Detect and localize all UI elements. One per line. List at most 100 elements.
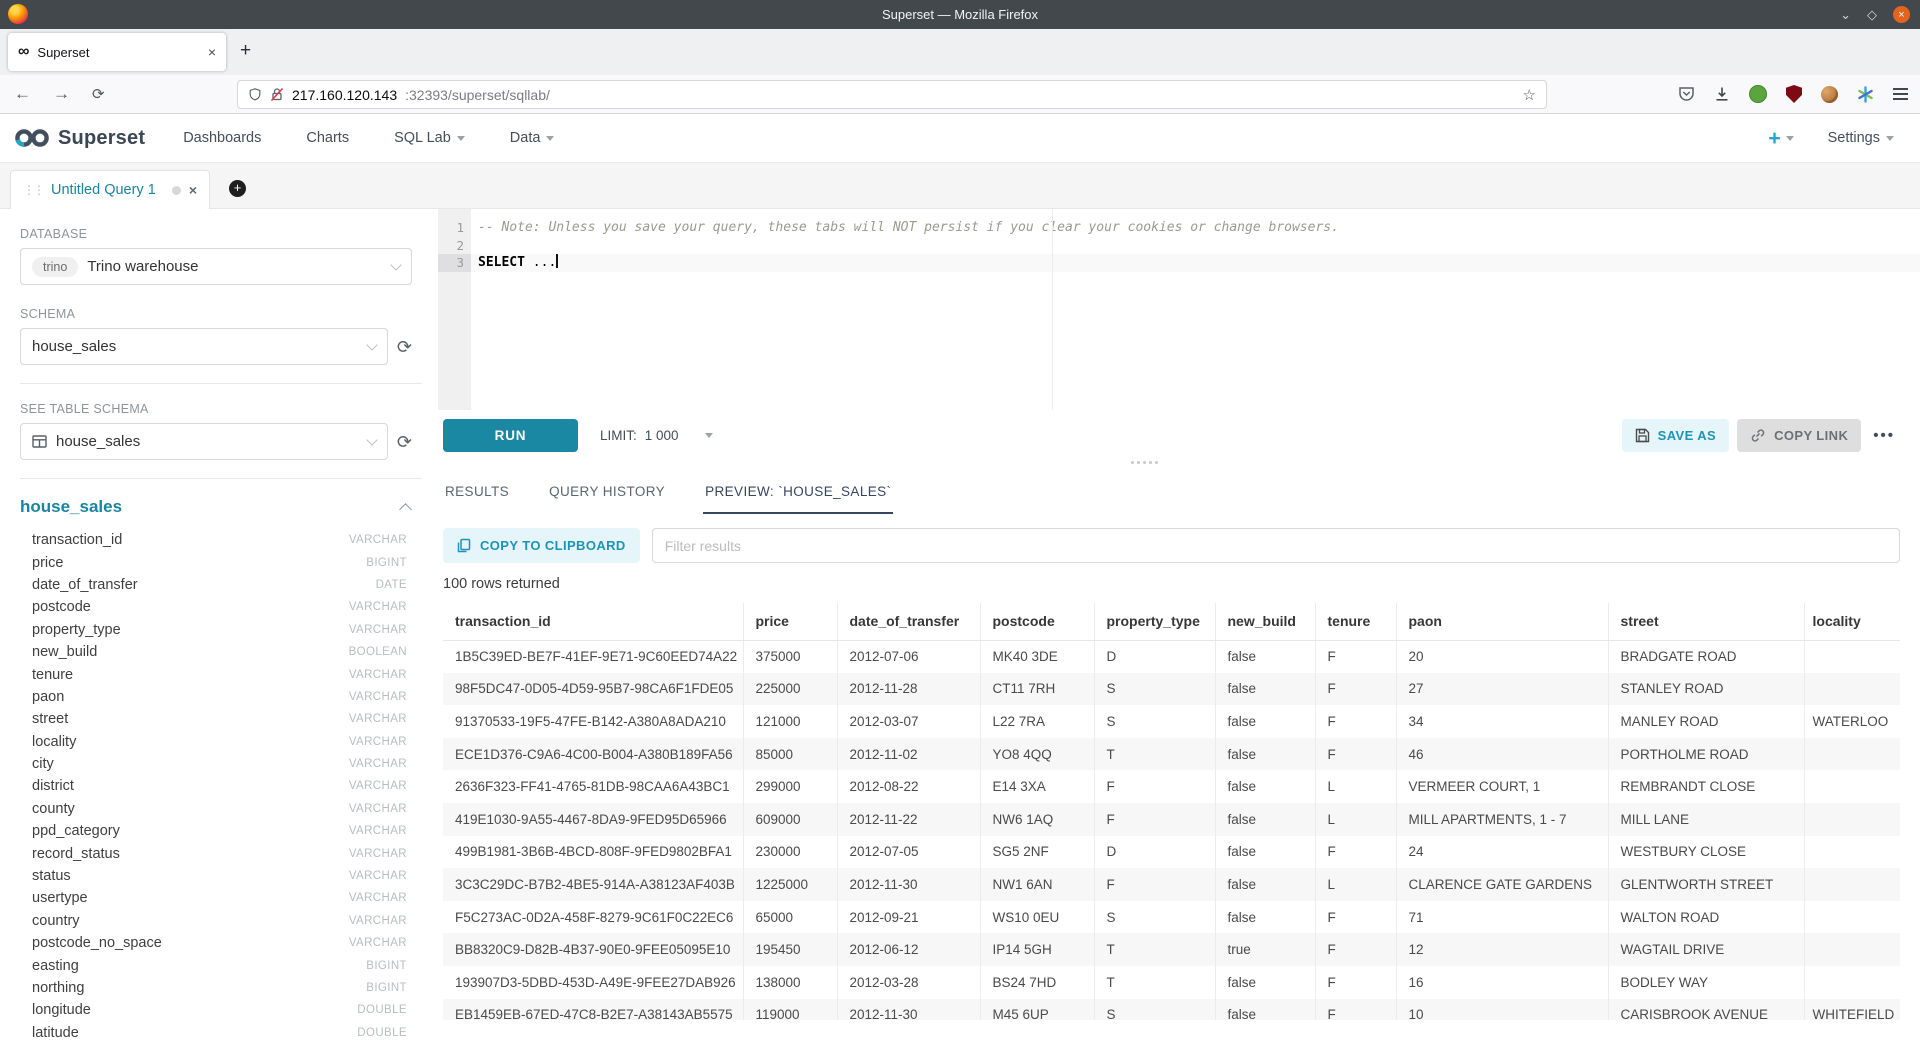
more-options-icon[interactable]: ••• (1873, 427, 1895, 444)
grid-header-cell[interactable]: postcode (980, 603, 1094, 640)
query-tab[interactable]: ⋮⋮ Untitled Query 1 × (10, 170, 210, 209)
download-icon[interactable] (1714, 86, 1730, 102)
grid-header-cell[interactable]: price (743, 603, 837, 640)
cell-tenure: F (1315, 999, 1396, 1020)
cell-date-of-transfer: 2012-09-21 (837, 901, 980, 934)
database-engine-pill: trino (32, 257, 78, 277)
table-row: 419E1030-9A55-4467-8DA9-9FED95D65966 609… (443, 803, 1900, 836)
nav-item[interactable]: SQL Lab (394, 130, 465, 146)
line-number: 2 (438, 237, 471, 255)
sql-editor[interactable]: 1 2 3 -- Note: Unless you save your quer… (438, 209, 1920, 410)
window-minimize-icon[interactable]: ⌄ (1840, 7, 1851, 23)
database-value: Trino warehouse (87, 258, 198, 275)
database-select[interactable]: trino Trino warehouse (20, 248, 412, 285)
results-tab[interactable]: PREVIEW: `HOUSE_SALES` (703, 478, 893, 514)
column-row: county VARCHAR (32, 798, 407, 820)
cell-transaction-id: 3C3C29DC-B7B2-4BE5-914A-A38123AF403B (443, 868, 743, 901)
close-query-tab-icon[interactable]: × (189, 182, 197, 198)
table-row: 2636F323-FF41-4765-81DB-98CAA6A43BC1 299… (443, 770, 1900, 803)
column-type: VARCHAR (349, 780, 407, 792)
grid-header-cell[interactable]: locality (1804, 603, 1900, 640)
results-tab[interactable]: RESULTS (443, 478, 511, 514)
column-row: tenure VARCHAR (32, 663, 407, 685)
url-bar[interactable]: 217.160.120.143:32393/superset/sqllab/ ☆ (237, 80, 1547, 109)
copy-to-clipboard-button[interactable]: COPY TO CLIPBOARD (443, 528, 640, 563)
table-schema-heading[interactable]: house_sales (20, 497, 122, 517)
grid-header-cell[interactable]: property_type (1094, 603, 1215, 640)
bookmark-star-icon[interactable]: ☆ (1523, 86, 1536, 104)
ublock-icon[interactable] (1786, 85, 1802, 103)
cell-property-type: T (1094, 966, 1215, 999)
pane-resize-handle[interactable] (1131, 461, 1158, 464)
table-schema-label: SEE TABLE SCHEMA (20, 402, 431, 416)
grid-header-cell[interactable]: transaction_id (443, 603, 743, 640)
cell-price: 85000 (743, 738, 837, 771)
window-maximize-icon[interactable]: ◇ (1867, 7, 1877, 23)
cookie-extension-icon[interactable] (1821, 86, 1838, 103)
collapse-icon[interactable] (399, 503, 412, 516)
add-new-button[interactable]: + (1768, 128, 1793, 149)
cell-paon: 24 (1396, 836, 1608, 869)
caret-down-icon (546, 136, 554, 141)
menu-icon[interactable] (1893, 88, 1908, 100)
browser-toolbar: ← → ⟳ 217.160.120.143:32393/superset/sql… (0, 75, 1920, 114)
column-row: ppd_category VARCHAR (32, 820, 407, 842)
copy-link-button[interactable]: COPY LINK (1737, 419, 1861, 452)
new-tab-icon[interactable]: + (240, 41, 251, 61)
settings-menu[interactable]: Settings (1828, 130, 1894, 146)
schema-select[interactable]: house_sales (20, 328, 388, 365)
save-as-button[interactable]: SAVE AS (1622, 419, 1729, 452)
tab-close-icon[interactable]: × (208, 44, 216, 60)
back-icon[interactable]: ← (14, 84, 31, 104)
column-row: district VARCHAR (32, 775, 407, 797)
cell-street: BRADGATE ROAD (1608, 640, 1804, 673)
results-tab[interactable]: QUERY HISTORY (547, 478, 667, 514)
table-select[interactable]: house_sales (20, 423, 388, 460)
column-row: street VARCHAR (32, 708, 407, 730)
filter-results-input[interactable] (652, 528, 1900, 563)
shield-icon[interactable] (248, 87, 262, 102)
browser-tab[interactable]: ∞ Superset × (8, 33, 226, 71)
refresh-table-icon[interactable]: ⟳ (397, 433, 412, 451)
forward-icon[interactable]: → (53, 84, 70, 104)
copy-icon (457, 538, 471, 553)
window-close-icon[interactable]: × (1893, 6, 1910, 23)
cell-transaction-id: 419E1030-9A55-4467-8DA9-9FED95D65966 (443, 803, 743, 836)
superset-brand[interactable]: Superset (14, 127, 145, 150)
main-nav: Dashboards Charts SQL Lab Data (183, 130, 554, 146)
editor-code[interactable]: -- Note: Unless you save your query, the… (478, 219, 1920, 272)
cell-new-build: false (1215, 901, 1315, 934)
grid-header-cell[interactable]: paon (1396, 603, 1608, 640)
drag-handle-icon[interactable]: ⋮⋮ (23, 183, 43, 197)
cell-paon: 12 (1396, 933, 1608, 966)
column-name: latitude (32, 1025, 79, 1041)
pocket-icon[interactable] (1678, 86, 1695, 102)
extension-asterisk-icon[interactable] (1857, 86, 1874, 103)
column-type: VARCHAR (349, 758, 407, 770)
reload-icon[interactable]: ⟳ (92, 85, 105, 103)
cell-transaction-id: 193907D3-5DBD-453D-A49E-9FEE27DAB926 (443, 966, 743, 999)
privacy-badger-icon[interactable] (1749, 85, 1767, 103)
table-icon (32, 435, 47, 448)
refresh-schema-icon[interactable]: ⟳ (397, 338, 412, 356)
column-type: BIGINT (366, 557, 407, 569)
nav-item[interactable]: Charts (306, 130, 349, 146)
cell-new-build: false (1215, 705, 1315, 738)
nav-item-label: Dashboards (183, 130, 261, 146)
run-button[interactable]: RUN (443, 419, 578, 452)
grid-header-cell[interactable]: date_of_transfer (837, 603, 980, 640)
limit-dropdown[interactable]: LIMIT: 1 000 (600, 428, 713, 443)
query-tab-strip: ⋮⋮ Untitled Query 1 × + (0, 163, 1920, 209)
grid-header-cell[interactable]: street (1608, 603, 1804, 640)
insecure-lock-icon[interactable] (270, 87, 284, 102)
grid-header-cell[interactable]: tenure (1315, 603, 1396, 640)
column-row: status VARCHAR (32, 865, 407, 887)
cell-transaction-id: 91370533-19F5-47FE-B142-A380A8ADA210 (443, 705, 743, 738)
cell-postcode: SG5 2NF (980, 836, 1094, 869)
nav-item[interactable]: Data (510, 130, 555, 146)
column-name: status (32, 868, 71, 884)
grid-header-cell[interactable]: new_build (1215, 603, 1315, 640)
add-query-tab-icon[interactable]: + (229, 180, 246, 197)
table-row: 1B5C39ED-BE7F-41EF-9E71-9C60EED74A22 375… (443, 640, 1900, 673)
nav-item[interactable]: Dashboards (183, 130, 261, 146)
